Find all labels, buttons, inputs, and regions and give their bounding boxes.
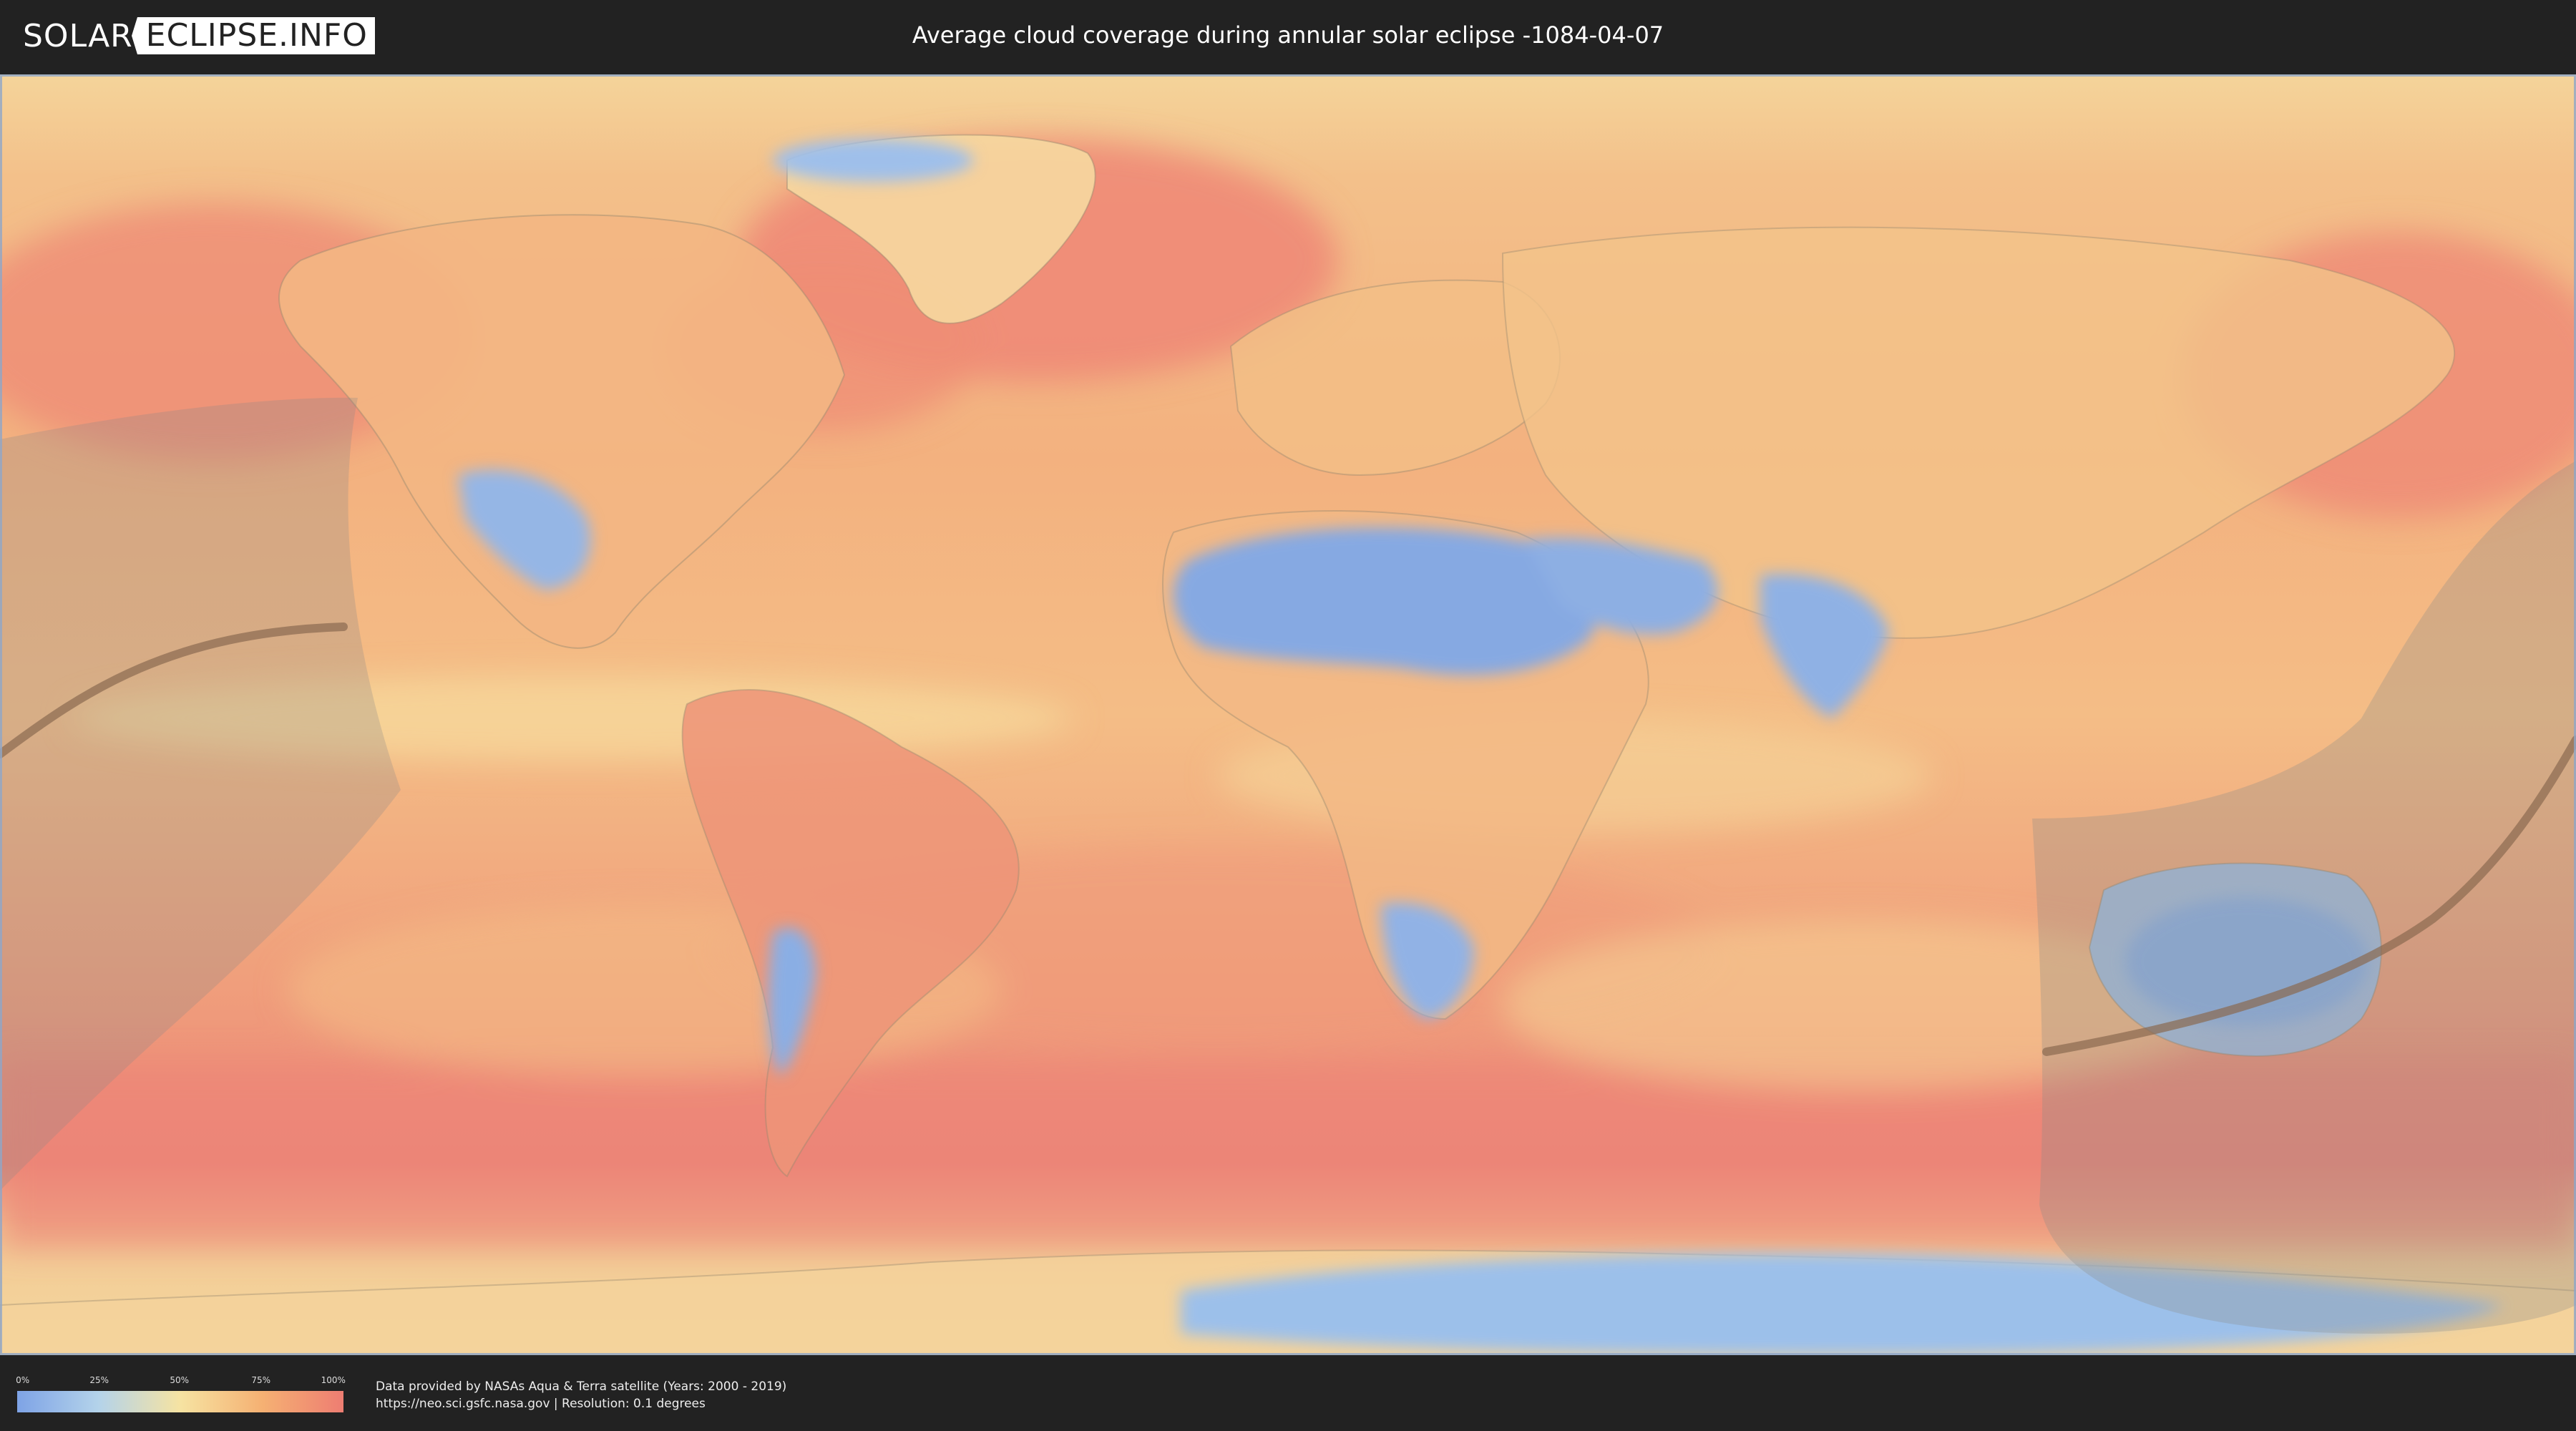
credit-line-url: https://neo.sci.gsfc.nasa.gov | Resoluti… [376,1397,706,1411]
legend-ticks: 0% 25% 50% 75% 100% [16,1375,346,1385]
legend-tick-50: 50% [170,1375,190,1385]
cloud-coverage-map [0,74,2576,1355]
legend-tick-0: 0% [16,1375,30,1385]
legend-tick-100: 100% [321,1375,346,1385]
credit-line-source: Data provided by NASAs Aqua & Terra sate… [376,1379,787,1394]
world-map-svg [0,74,2576,1355]
legend-tick-75: 75% [251,1375,271,1385]
legend-color-bar [17,1391,343,1412]
header-bar: SOLAR ECLIPSE.INFO Average cloud coverag… [0,0,2576,72]
data-credit: Data provided by NASAs Aqua & Terra sate… [376,1378,786,1412]
legend-tick-25: 25% [89,1375,109,1385]
page-title: Average cloud coverage during annular so… [912,21,1664,49]
